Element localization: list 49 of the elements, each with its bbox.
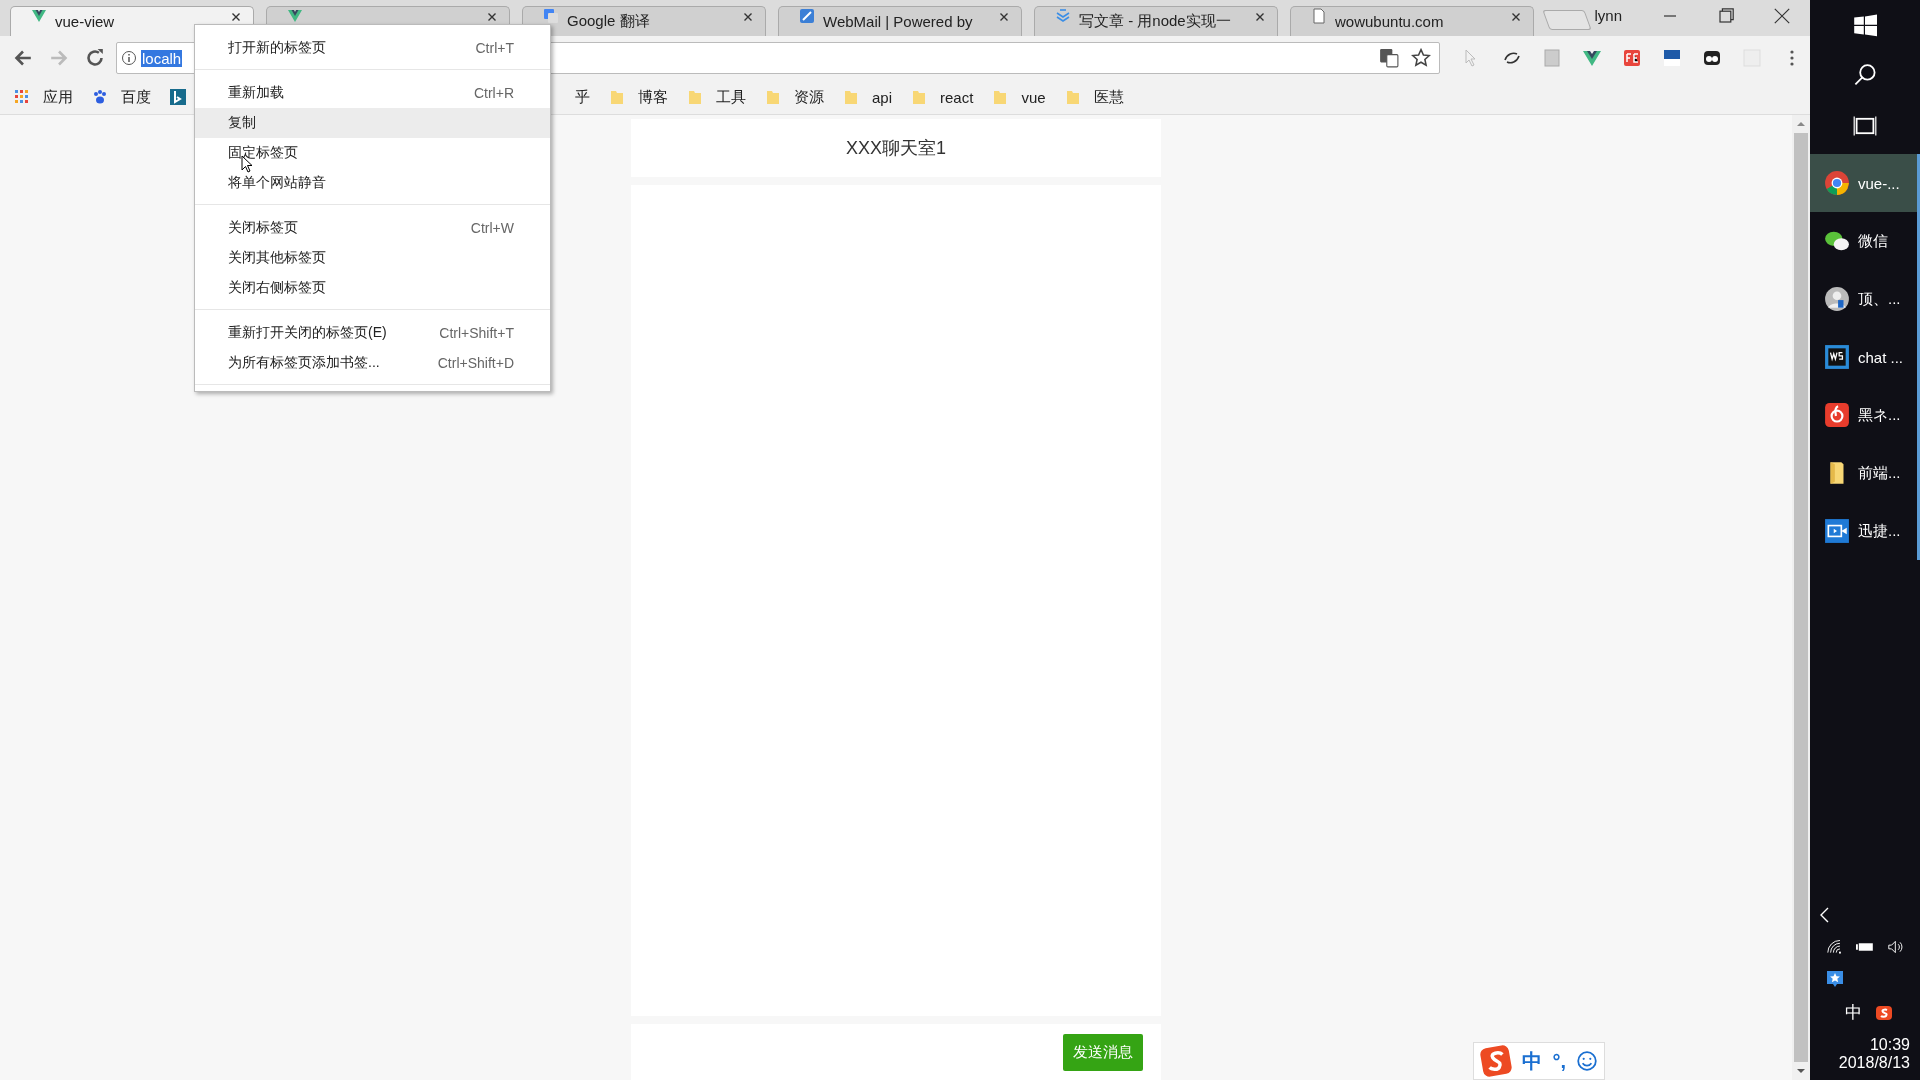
taskbar-app[interactable]: 顶、... [1810,270,1920,328]
browser-tab[interactable]: 写文章 - 用node实现一 [1034,6,1278,36]
bookmark[interactable]: api [843,88,893,106]
input-language[interactable]: 中 [1825,1001,1862,1024]
tab-title: WebMail | Powered by [823,13,974,30]
tab-title: Google 翻译 [567,12,651,31]
shortcut: Ctrl+T [475,40,514,56]
shortcut: Ctrl+R [473,85,514,101]
taskbar-app[interactable]: 微信 [1810,212,1920,270]
menu-item[interactable]: 为所有标签页添加书签... Ctrl+Shift+D [195,348,550,378]
bookmark[interactable]: 工具 [687,87,746,107]
menu-item[interactable]: 关闭标签页 Ctrl+W [195,213,550,243]
bookmark[interactable]: 医慧 [1064,87,1124,107]
browser-tab[interactable]: vue-view [10,6,254,36]
menu-item[interactable]: 重新加载 Ctrl+R [195,78,550,108]
bookmark[interactable]: 资源 [765,87,824,107]
time: 10:39 [1869,1036,1910,1054]
taskbar-app[interactable]: 黑ネ... [1810,386,1920,444]
profile-name[interactable]: lynn [1594,7,1622,24]
menu-item[interactable]: 重新打开关闭的标签页(E) Ctrl+Shift+T [195,318,550,348]
browser-tab[interactable]: WebMail | Powered by [778,6,1022,36]
taskbar-app[interactable]: 迅捷... [1810,502,1920,560]
menu-item[interactable]: 关闭右侧标签页 [195,273,550,303]
bookmark[interactable]: react [911,88,974,106]
menu-item[interactable]: 复制 [195,108,550,138]
bookmark[interactable]: 乎 [575,87,590,107]
shortcut: Ctrl+Shift+D [437,355,514,371]
bookmark[interactable]: 应用 [14,87,73,107]
menu-item[interactable]: 将单个网站静音 [195,168,550,198]
tab-title: wowubuntu.com [1335,13,1445,30]
shortcut: Ctrl+W [470,220,514,236]
menu-item[interactable]: 关闭其他标签页 [195,243,550,273]
clock[interactable]: 10:39 2018/8/13 [1820,1036,1910,1072]
menu-item[interactable]: 固定标签页 [195,138,550,168]
shortcut: Ctrl+Shift+T [439,325,514,341]
browser-tab[interactable]: Google 翻译 [522,6,766,36]
bookmark[interactable]: 百度 [92,87,151,107]
taskbar-app[interactable]: vue-... [1810,154,1920,212]
taskbar-app[interactable]: chat ... [1810,328,1920,386]
ime-punctuation[interactable]: °, [1552,1049,1566,1073]
taskbar-app[interactable]: 前端... [1810,444,1920,502]
ime-mode[interactable]: 中 [1522,1047,1543,1075]
chat-title: XXX聊天室1 [846,137,946,160]
browser-tab[interactable]: wowubuntu.com [1290,6,1534,36]
bookmark[interactable]: vue [992,88,1046,106]
date: 2018/8/13 [1838,1054,1910,1072]
tab-title: 写文章 - 用node实现一 [1079,12,1232,31]
tab-title: vue-view [55,13,116,30]
bookmark[interactable]: 博客 [609,87,668,107]
